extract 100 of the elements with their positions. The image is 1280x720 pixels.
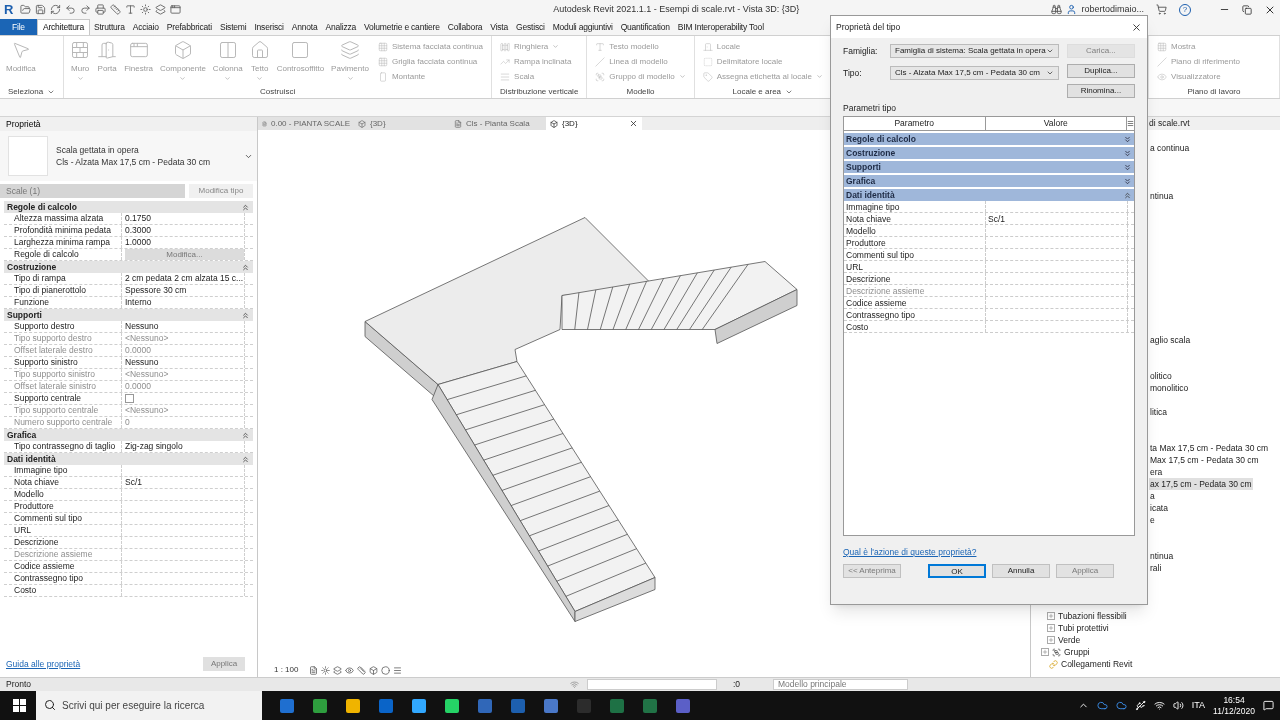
redo-icon[interactable] [80,4,91,15]
browser-item[interactable]: a [1149,489,1156,503]
tree-item[interactable]: Tubi protettivi [1058,621,1109,635]
app-icon[interactable] [412,698,426,713]
property-value[interactable]: 0 [125,417,130,428]
type-select[interactable]: Cls - Alzata Max 17,5 cm - Pedata 30 cm [890,66,1059,80]
parameter-value[interactable]: Sc/1 [988,214,1005,224]
property-value[interactable]: Spessore 30 cm [125,285,187,296]
group-header[interactable]: Grafica [7,428,37,442]
ribbon-tab[interactable]: Analizza [321,19,361,35]
type-family[interactable]: Scala gettata in opera [56,144,236,156]
expand-icon[interactable] [1123,148,1132,158]
close-icon[interactable] [629,119,638,128]
collapse-icon[interactable] [241,202,250,212]
browser-item[interactable]: ntinua [1149,189,1175,203]
collapse-icon[interactable] [241,430,250,440]
group-header[interactable]: Supporti [846,160,881,174]
ribbon-tab[interactable]: Volumetrie e cantiere [360,19,444,35]
collapse-icon[interactable] [241,262,250,272]
usb-icon[interactable] [1134,700,1146,711]
property-value[interactable]: 0.0000 [125,345,151,356]
family-select[interactable]: Famiglia di sistema: Scala gettata in opera [890,44,1059,58]
dialog-button[interactable]: OK [928,564,986,578]
view-tab[interactable]: {3D} [354,117,450,130]
view-scale[interactable]: 1 : 100 [274,664,306,676]
print-icon[interactable] [95,4,106,15]
collapse-icon[interactable] [241,310,250,320]
help-link[interactable]: Qual è l'azione di queste proprietà? [843,547,977,557]
tree-item[interactable]: Gruppi [1064,645,1090,659]
ribbon-tab[interactable]: Quantification [616,19,674,35]
volume-icon[interactable] [1172,700,1184,711]
column-header[interactable]: Valore [1043,117,1068,130]
panel-label[interactable]: Costruisci [260,85,296,98]
ruler-icon[interactable] [357,665,366,675]
panel-label[interactable]: Piano di lavoro [1187,85,1241,98]
ribbon-tab[interactable]: Sistemi [215,19,251,35]
browser-item[interactable]: aglio scala [1149,333,1192,347]
sun-icon[interactable] [321,665,330,675]
dialog-button[interactable]: Rinomina... [1066,84,1135,98]
undo-icon[interactable] [65,4,76,15]
restore-icon[interactable] [1242,4,1252,15]
app-icon[interactable] [313,698,327,713]
notifications-icon[interactable] [1263,700,1274,711]
app-icon[interactable] [445,698,459,713]
collapse-icon[interactable] [241,454,250,464]
open-icon[interactable] [20,4,31,15]
view-tab[interactable]: 0.00 - PIANTA SCALE [258,117,354,130]
expand-icon[interactable] [1047,612,1055,620]
cloud-icon[interactable] [1096,700,1108,711]
property-value[interactable]: <Nessuno> [125,369,169,380]
property-value[interactable]: Zig-zag singolo [125,441,183,452]
eye-icon[interactable] [345,665,354,675]
ribbon-tab[interactable]: Annota [287,19,322,35]
browser-item[interactable]: ta Max 17,5 cm - Pedata 30 cm [1149,441,1270,455]
ribbon-tab[interactable]: File [0,19,37,35]
cart-icon[interactable] [1156,4,1167,15]
layers-icon[interactable] [155,4,166,15]
tree-item[interactable]: Collegamenti Revit [1061,657,1133,671]
cloud-icon[interactable] [1115,700,1127,711]
ribbon-tab[interactable]: Moduli aggiuntivi [548,19,617,35]
text-icon[interactable] [125,4,136,15]
ribbon-tab[interactable]: BIM Interoperability Tool [673,19,768,35]
app-logo[interactable]: R [4,3,16,16]
checkbox[interactable] [125,394,134,403]
property-value[interactable]: 2 cm pedata 2 cm alzata 15 c... [125,273,244,284]
property-value[interactable]: 0.0000 [125,381,151,392]
browser-item[interactable]: e [1149,513,1156,527]
browser-item[interactable]: olitico [1149,369,1173,383]
design-option-field[interactable]: Modello principale [773,679,908,690]
expand-icon[interactable] [1047,624,1055,632]
browser-item[interactable]: ntinua [1149,549,1175,563]
browser-item[interactable]: litica [1149,405,1168,419]
property-value[interactable]: Sc/1 [125,477,142,488]
type-name[interactable]: Cls - Alzata Max 17,5 cm - Pedata 30 cm [56,156,236,168]
sort-icon[interactable] [1127,120,1134,127]
ribbon-tab[interactable]: Gestisci [512,19,549,35]
property-value[interactable]: <Nessuno> [125,333,169,344]
app-icon[interactable] [346,698,360,713]
browser-item[interactable]: era [1149,465,1164,479]
expand-icon[interactable] [1123,134,1132,144]
clock-date[interactable]: 11/12/2020 [1213,705,1255,717]
window-icon[interactable] [170,4,181,15]
expand-icon[interactable] [1123,176,1132,186]
ribbon-tab[interactable]: Collabora [443,19,487,35]
windows-logo-icon[interactable] [13,699,26,712]
property-value[interactable]: Nessuno [125,321,159,332]
property-value[interactable]: 0.3000 [125,225,151,236]
sync-icon[interactable] [50,4,61,15]
ribbon-tab[interactable]: Vista [486,19,513,35]
ribbon-tab[interactable]: Architettura [36,19,90,35]
search-field[interactable]: Scrivi qui per eseguire la ricerca [36,691,262,720]
box-icon[interactable] [369,665,378,675]
apply-button[interactable]: Applica [203,657,245,671]
group-header[interactable]: Supporti [7,308,42,322]
page-icon[interactable] [309,665,318,675]
browser-item[interactable]: rali [1149,561,1163,575]
tree-item[interactable]: Tubazioni flessibili [1058,609,1127,623]
circle-icon[interactable] [381,665,390,675]
clock-time[interactable]: 16:54 [1223,694,1245,706]
ribbon-tab[interactable]: Inserisci [250,19,288,35]
